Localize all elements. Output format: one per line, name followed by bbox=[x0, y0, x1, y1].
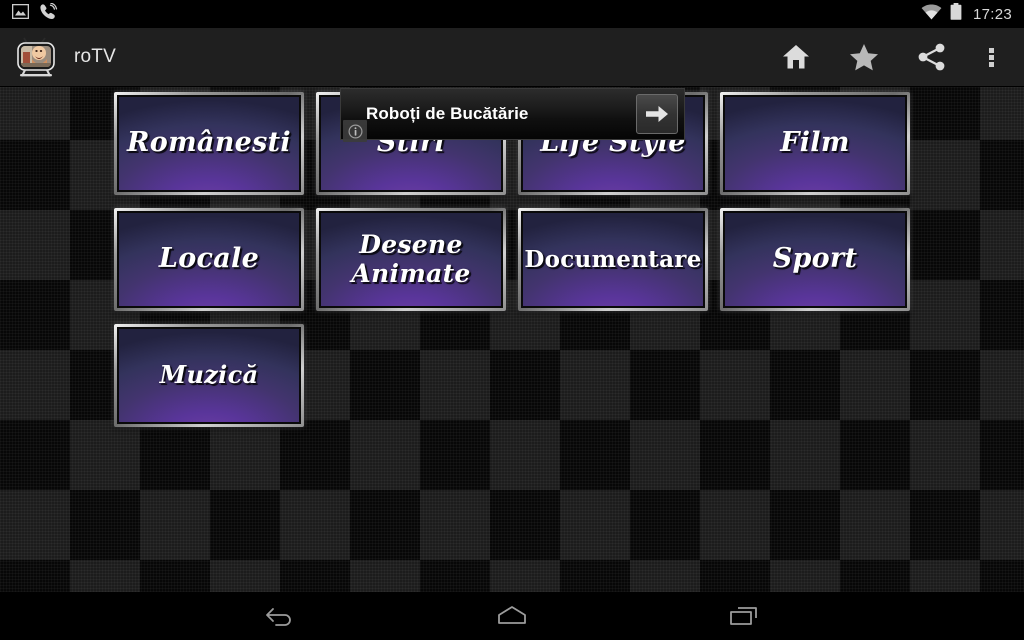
overflow-dot bbox=[988, 47, 994, 53]
tile-label: Documentare bbox=[524, 245, 702, 273]
star-icon[interactable] bbox=[830, 28, 898, 86]
tile-film[interactable]: Film bbox=[720, 92, 910, 195]
wifi-icon bbox=[921, 4, 942, 25]
category-tile-grid: Românesti Stiri Life Style Film Locale D… bbox=[114, 92, 924, 440]
action-bar: roTV bbox=[0, 28, 1024, 86]
home-button[interactable] bbox=[482, 592, 542, 640]
tile-sport[interactable]: Sport bbox=[720, 208, 910, 311]
tile-romanesti[interactable]: Românesti bbox=[114, 92, 304, 195]
tile-surface: Muzică bbox=[117, 327, 301, 424]
tile-label: Muzică bbox=[159, 360, 259, 390]
phone-call-icon bbox=[39, 2, 59, 26]
battery-icon bbox=[950, 3, 962, 25]
app-title: roTV bbox=[74, 46, 116, 67]
tile-label: Românesti bbox=[127, 127, 291, 159]
tile-surface: Desene Animate bbox=[319, 211, 503, 308]
android-screen: 17:23 roTV Roboți de Bucătărie Românesti… bbox=[0, 0, 1024, 640]
home-icon[interactable] bbox=[762, 28, 830, 86]
tile-row: Locale Desene Animate Documentare Sport bbox=[114, 208, 924, 311]
tile-surface: Film bbox=[723, 95, 907, 192]
status-bar-right-icons: 17:23 bbox=[921, 3, 1012, 25]
overflow-menu-icon[interactable] bbox=[966, 28, 1016, 86]
status-bar-left-icons bbox=[11, 2, 59, 26]
info-icon[interactable] bbox=[343, 120, 367, 142]
tile-label: Desene Animate bbox=[351, 229, 471, 288]
overflow-dot bbox=[988, 61, 994, 67]
ad-banner[interactable]: Roboți de Bucătărie bbox=[340, 88, 685, 140]
arrow-right-icon[interactable] bbox=[636, 94, 678, 134]
navigation-bar bbox=[0, 592, 1024, 640]
overflow-dot bbox=[988, 54, 994, 60]
ad-banner-text: Roboți de Bucătărie bbox=[366, 104, 529, 123]
status-bar: 17:23 bbox=[0, 0, 1024, 28]
tile-surface: Sport bbox=[723, 211, 907, 308]
share-icon[interactable] bbox=[898, 28, 966, 86]
tile-surface: Locale bbox=[117, 211, 301, 308]
back-button[interactable] bbox=[250, 592, 310, 640]
tile-surface: Românesti bbox=[117, 95, 301, 192]
recents-button[interactable] bbox=[714, 592, 774, 640]
tile-label: Locale bbox=[158, 243, 260, 275]
status-bar-clock: 17:23 bbox=[972, 5, 1012, 23]
tile-label: Film bbox=[780, 127, 850, 159]
tile-documentare[interactable]: Documentare bbox=[518, 208, 708, 311]
tile-muzica[interactable]: Muzică bbox=[114, 324, 304, 427]
retro-tv-icon[interactable] bbox=[14, 35, 58, 79]
tile-row: Muzică bbox=[114, 324, 924, 427]
tile-surface: Documentare bbox=[521, 211, 705, 308]
tile-locale[interactable]: Locale bbox=[114, 208, 304, 311]
tile-label: Sport bbox=[772, 243, 858, 275]
image-icon bbox=[11, 3, 30, 24]
tile-desene-animate[interactable]: Desene Animate bbox=[316, 208, 506, 311]
action-bar-buttons bbox=[762, 28, 1024, 86]
